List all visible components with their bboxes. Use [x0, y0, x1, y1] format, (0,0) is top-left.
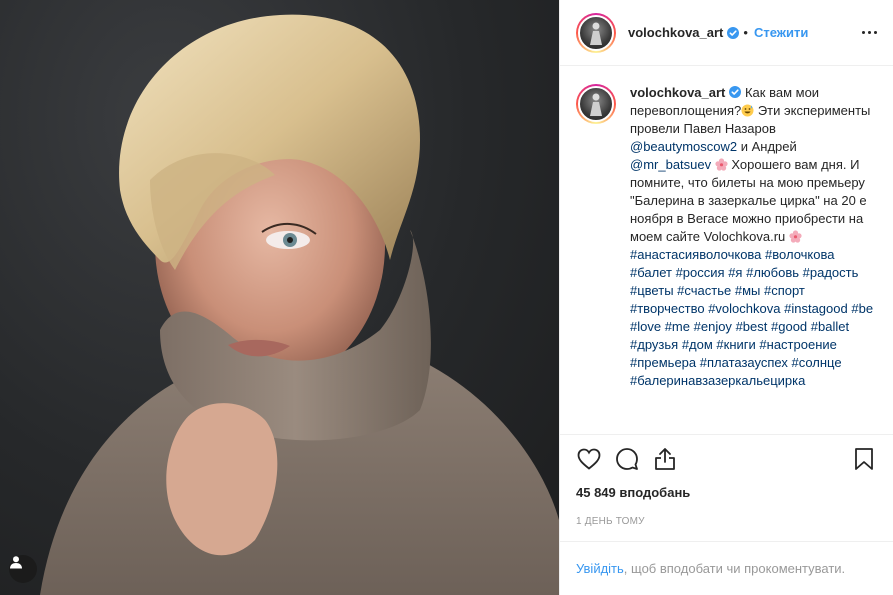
hashtag-link[interactable]: #good — [771, 319, 807, 334]
login-prompt: Увійдіть, щоб вподобати чи прокоментуват… — [560, 541, 893, 595]
likes-count[interactable]: 45 849 вподобань — [576, 485, 877, 500]
like-button[interactable] — [576, 446, 602, 472]
instagram-post: volochkova_art • Стежити volochkova_art … — [0, 0, 893, 595]
hashtag-link[interactable]: #балеринавзазеркальецирка — [630, 373, 805, 388]
verified-badge-icon — [729, 86, 742, 98]
login-link[interactable]: Увійдіть — [576, 561, 624, 576]
post-caption: volochkova_art Как вам мои перевоплощени… — [630, 84, 875, 434]
heart-icon — [577, 448, 601, 470]
hashtag-link[interactable]: #ballet — [811, 319, 849, 334]
hashtag-link[interactable]: #премьера — [630, 355, 696, 370]
avatar-figure — [590, 22, 602, 45]
comment-button[interactable] — [614, 446, 640, 472]
post-photo[interactable] — [0, 0, 559, 595]
hashtag-link[interactable]: #настроение — [759, 337, 836, 352]
comment-icon — [616, 448, 638, 470]
bookmark-icon — [855, 448, 873, 470]
caption-author-avatar[interactable] — [576, 84, 616, 124]
caption-username[interactable]: volochkova_art — [630, 85, 725, 100]
hashtag-link[interactable]: #love — [630, 319, 661, 334]
hashtag-link[interactable]: #книги — [716, 337, 755, 352]
hashtag-link[interactable]: #радость — [803, 265, 859, 280]
hashtag-link[interactable]: #солнце — [791, 355, 841, 370]
hashtag-link[interactable]: #волочкова — [765, 247, 834, 262]
hashtag-link[interactable]: #be — [851, 301, 873, 316]
hashtag-link[interactable]: #мы — [735, 283, 761, 298]
hashtag-link[interactable]: #россия — [676, 265, 725, 280]
hashtag-link[interactable]: #счастье — [677, 283, 731, 298]
hashtag-link[interactable]: #цветы — [630, 283, 674, 298]
hashtag-link[interactable]: #дом — [682, 337, 713, 352]
mention-link[interactable]: @beautymoscow2 — [630, 139, 737, 154]
share-icon — [655, 448, 675, 470]
hashtag-link[interactable]: #спорт — [764, 283, 805, 298]
post-header: volochkova_art • Стежити — [560, 0, 893, 66]
verified-badge-icon — [727, 26, 740, 39]
hashtag-link[interactable]: #enjoy — [694, 319, 732, 334]
comments-section: volochkova_art Как вам мои перевоплощени… — [560, 66, 893, 434]
hashtag-link[interactable]: #instagood — [784, 301, 848, 316]
separator-dot: • — [743, 25, 748, 40]
author-username[interactable]: volochkova_art — [628, 25, 723, 40]
hashtag-link[interactable]: #платазауспех — [700, 355, 788, 370]
follow-button[interactable]: Стежити — [754, 25, 808, 40]
hashtag-link[interactable]: #балет — [630, 265, 672, 280]
user-tag-button[interactable] — [9, 555, 37, 583]
caption-text-3: и Андрей — [737, 139, 797, 154]
cherry-blossom-emoji-icon — [789, 230, 802, 243]
more-options-button[interactable] — [862, 31, 877, 34]
engagement-section: 45 849 вподобань 1 день тому — [560, 434, 893, 541]
grinning-sweat-emoji-icon — [741, 104, 754, 117]
action-bar — [576, 435, 877, 483]
mention-link[interactable]: @mr_batsuev — [630, 157, 711, 172]
hashtag-link[interactable]: #друзья — [630, 337, 678, 352]
login-prompt-text: , щоб вподобати чи прокоментувати. — [623, 561, 846, 576]
hashtag-list: #анастасияволочкова #волочкова #балет #р… — [630, 247, 873, 388]
cherry-blossom-emoji-icon — [715, 158, 728, 171]
portrait-image — [40, 14, 559, 595]
save-button[interactable] — [851, 446, 877, 472]
user-tag-icon — [10, 556, 22, 569]
hashtag-link[interactable]: #volochkova — [708, 301, 780, 316]
hashtag-link[interactable]: #я — [728, 265, 742, 280]
hashtag-link[interactable]: #творчество — [630, 301, 705, 316]
ellipsis-icon — [862, 31, 865, 34]
post-side-panel: volochkova_art • Стежити volochkova_art … — [559, 0, 893, 595]
hashtag-link[interactable]: #me — [665, 319, 690, 334]
post-timestamp[interactable]: 1 день тому — [576, 516, 877, 527]
share-button[interactable] — [652, 446, 678, 472]
hashtag-link[interactable]: #любовь — [746, 265, 799, 280]
hashtag-link[interactable]: #best — [736, 319, 768, 334]
avatar-figure — [590, 93, 602, 116]
hashtag-link[interactable]: #анастасияволочкова — [630, 247, 761, 262]
author-avatar[interactable] — [576, 12, 616, 53]
